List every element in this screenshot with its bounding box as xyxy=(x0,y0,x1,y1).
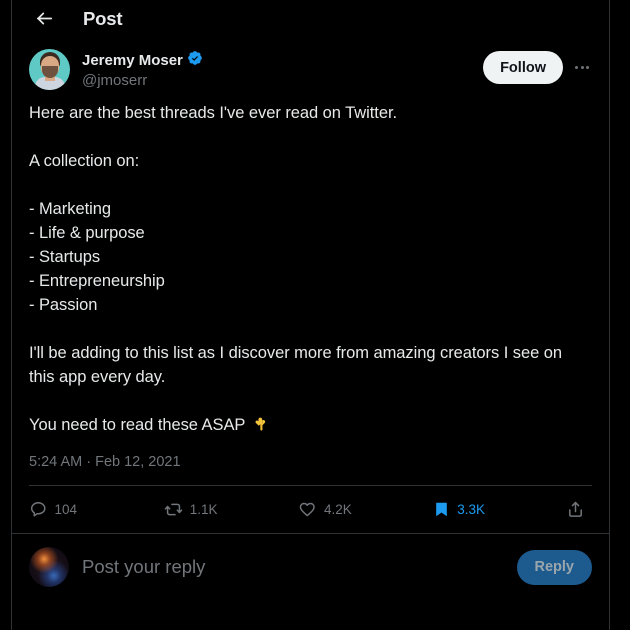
reply-composer: Reply xyxy=(12,533,609,600)
retweet-action[interactable]: 1.1K xyxy=(164,500,299,519)
author-actions: Follow xyxy=(483,49,597,84)
reply-button[interactable]: Reply xyxy=(516,549,592,585)
post-timestamp[interactable]: 5:24 AM · Feb 12, 2021 xyxy=(12,440,609,470)
bookmark-count: 3.3K xyxy=(457,502,485,517)
author-display-name[interactable]: Jeremy Moser xyxy=(82,52,183,69)
share-icon xyxy=(566,500,585,519)
verified-badge-icon xyxy=(187,50,203,71)
share-action[interactable] xyxy=(566,500,592,519)
more-options-icon[interactable] xyxy=(567,53,597,83)
post-page: Post Jeremy Moser @jmoserr Follow Here a… xyxy=(0,0,630,630)
bookmark-icon xyxy=(433,501,450,518)
reply-input[interactable] xyxy=(82,556,504,578)
heart-icon xyxy=(298,500,317,519)
page-header: Post xyxy=(12,0,609,37)
like-count: 4.2K xyxy=(323,502,352,517)
bookmark-action[interactable]: 3.3K xyxy=(433,501,566,518)
post-text: Here are the best threads I've ever read… xyxy=(29,104,563,434)
post-text-container: Here are the best threads I've ever read… xyxy=(12,90,609,440)
reply-count: 104 xyxy=(54,502,78,517)
main-column: Post Jeremy Moser @jmoserr Follow Here a… xyxy=(11,0,610,630)
like-action[interactable]: 4.2K xyxy=(298,500,433,519)
engagement-bar: 104 1.1K 4.2K 3.3K xyxy=(12,486,609,533)
author-handle[interactable]: @jmoserr xyxy=(82,72,483,89)
author-avatar[interactable] xyxy=(29,49,70,90)
author-meta: Jeremy Moser @jmoserr xyxy=(82,49,483,89)
retweet-count: 1.1K xyxy=(189,502,218,517)
current-user-avatar[interactable] xyxy=(29,547,69,587)
retweet-icon xyxy=(164,500,183,519)
author-row: Jeremy Moser @jmoserr Follow xyxy=(12,37,609,90)
author-name-line: Jeremy Moser xyxy=(82,50,483,71)
follow-button[interactable]: Follow xyxy=(483,51,563,84)
page-title: Post xyxy=(83,7,123,29)
point-down-emoji xyxy=(253,416,270,440)
reply-icon xyxy=(29,500,48,519)
more-dots xyxy=(575,66,589,69)
reply-action[interactable]: 104 xyxy=(29,500,164,519)
back-arrow-icon[interactable] xyxy=(29,4,59,34)
